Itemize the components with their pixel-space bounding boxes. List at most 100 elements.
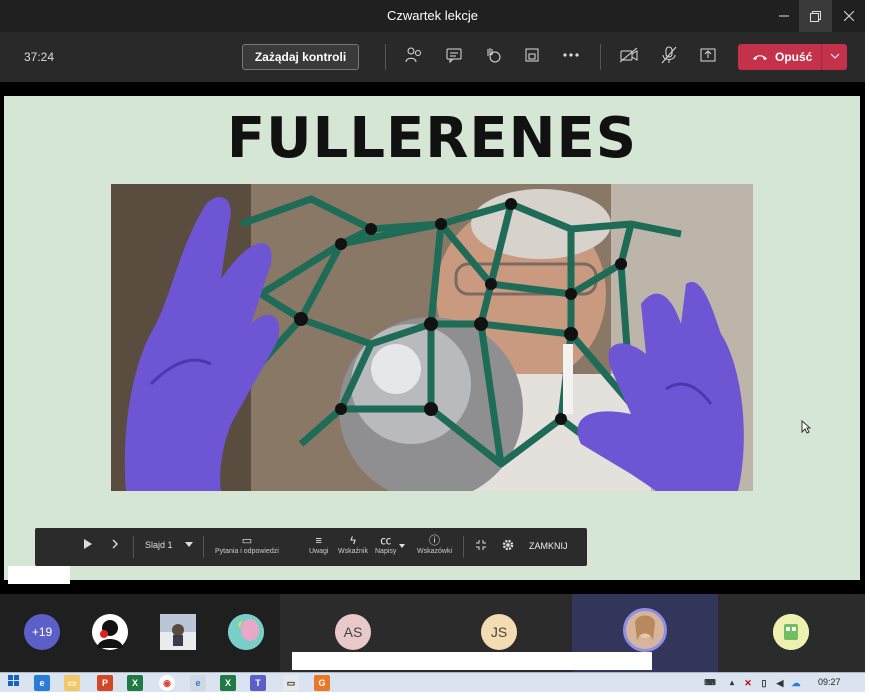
tray-cloud-icon[interactable]: ☁	[788, 675, 804, 691]
taskbar-explorer-app[interactable]: ▭	[64, 675, 80, 691]
windows-logo-icon	[8, 675, 19, 686]
participants-button[interactable]	[403, 46, 425, 68]
close-icon	[843, 11, 854, 21]
participant-avatar[interactable]	[160, 614, 196, 650]
minimize-icon	[778, 15, 789, 17]
minimize-button[interactable]	[767, 0, 800, 32]
close-window-button[interactable]	[832, 0, 865, 32]
taskbar-teams-app[interactable]: T	[250, 675, 266, 691]
edge-icon: e	[39, 678, 45, 688]
next-slide-button[interactable]	[111, 539, 119, 551]
slide-title: FULLERENES	[226, 106, 638, 171]
reaction-hand-icon	[487, 48, 501, 63]
chat-icon: ▭	[286, 678, 296, 688]
participant-initials-avatar: JS	[481, 614, 517, 650]
close-presenter-button[interactable]: ZAMKNIJ	[529, 541, 568, 551]
laser-pointer-button[interactable]: ϟ Wskaźnik	[338, 534, 368, 555]
taskbar-powerpoint-app[interactable]: P	[97, 675, 113, 691]
collapse-button[interactable]	[475, 539, 487, 553]
avatar-photo-icon	[626, 611, 664, 649]
rooms-button[interactable]	[521, 46, 543, 68]
captions-dropdown[interactable]	[399, 543, 405, 550]
notes-button[interactable]: ≡ Uwagi	[309, 534, 328, 555]
overflow-participants-button[interactable]: +19	[24, 614, 60, 650]
participant-avatar	[623, 608, 667, 652]
slide-selector-dropdown[interactable]	[185, 542, 193, 549]
caret-down-icon	[399, 544, 405, 548]
taskbar-ie-app[interactable]: e	[190, 675, 206, 691]
pointer-icon	[801, 419, 812, 434]
gear-icon	[502, 539, 514, 551]
captions-button[interactable]: ㏄ Napisy	[375, 534, 396, 555]
fullerene-photo-illustration	[111, 184, 753, 491]
settings-button[interactable]	[501, 538, 515, 554]
taskbar-edge-app[interactable]: e	[34, 675, 50, 691]
tray-keyboard-icon[interactable]: ⌨	[702, 675, 718, 691]
participant-avatar	[773, 614, 809, 650]
share-tray-button[interactable]	[697, 46, 719, 68]
laser-pointer-label: Wskaźnik	[338, 548, 368, 555]
taskbar-excel-app-2[interactable]: X	[220, 675, 236, 691]
camera-toggle-button[interactable]	[618, 46, 640, 68]
play-button[interactable]	[83, 538, 93, 552]
tray-volume-icon[interactable]: ◀	[772, 675, 788, 691]
notes-label: Uwagi	[309, 548, 329, 555]
participant-initials: AS	[343, 624, 363, 640]
tray-device-icon[interactable]: ▯	[756, 675, 772, 691]
chrome-icon: ◉	[163, 678, 171, 688]
mic-off-icon	[661, 46, 677, 64]
notes-icon: ≡	[315, 535, 322, 547]
taskbar-chat-app[interactable]: ▭	[283, 675, 299, 691]
app-icon: G	[318, 678, 326, 688]
avatar-silhouette-icon	[97, 620, 123, 648]
close-presenter-label: ZAMKNIJ	[529, 541, 568, 551]
captions-icon: ㏄	[380, 535, 392, 547]
tray-expand-icon[interactable]: ▴	[724, 675, 740, 691]
more-actions-button[interactable]	[560, 46, 582, 68]
excel-icon: X	[224, 678, 231, 688]
tray-network-icon[interactable]: ✕	[740, 675, 756, 691]
bar-divider	[203, 536, 204, 558]
windows-taskbar: e ▭ P X ◉ e X T ▭ G ⌨ ▴ ✕ ▯ ◀ ☁ 09:27	[0, 672, 865, 692]
chat-button[interactable]	[443, 46, 465, 68]
leave-options-button[interactable]	[821, 44, 847, 70]
toolbar-divider	[385, 44, 386, 70]
reactions-button[interactable]	[482, 46, 504, 68]
info-icon: ⓘ	[429, 535, 440, 547]
window-title: Czwartek lekcje	[386, 8, 479, 23]
leave-button[interactable]: Opuść	[738, 44, 847, 70]
presentation-slide: FULLERENES Slajd 1 ▭ Pytania i odpowiedz…	[4, 96, 860, 584]
collapse-icon	[476, 540, 486, 550]
tips-label: Wskazówki	[417, 548, 453, 555]
participant-avatar[interactable]	[92, 614, 128, 650]
qa-button[interactable]: ▭ Pytania i odpowiedzi	[215, 534, 279, 555]
more-icon	[563, 53, 579, 57]
mic-toggle-button[interactable]	[658, 46, 680, 68]
people-icon	[405, 47, 421, 63]
taskbar-clock[interactable]: 09:27	[818, 677, 841, 687]
restore-button[interactable]	[799, 0, 832, 32]
taskbar-chrome-app[interactable]: ◉	[159, 675, 175, 691]
avatar-illustration-icon	[228, 614, 264, 650]
bar-divider	[133, 536, 134, 558]
taskbar-excel-app[interactable]: X	[127, 675, 143, 691]
shared-screen-stage: FULLERENES Slajd 1 ▭ Pytania i odpowiedz…	[0, 82, 865, 594]
bar-divider	[463, 536, 464, 558]
participant-avatar[interactable]	[228, 614, 264, 650]
window-titlebar: Czwartek lekcje	[0, 0, 865, 32]
start-button[interactable]	[6, 675, 22, 691]
teams-icon: T	[255, 678, 261, 688]
restore-icon	[810, 10, 821, 22]
ie-icon: e	[195, 678, 201, 688]
toolbar-divider	[600, 44, 601, 70]
avatar-photo-icon	[160, 614, 196, 650]
request-control-button[interactable]: Zażądaj kontroli	[242, 44, 359, 70]
qa-icon: ▭	[241, 535, 253, 547]
tips-button[interactable]: ⓘ Wskazówki	[417, 534, 452, 555]
caret-down-icon	[185, 542, 193, 547]
participant-tile[interactable]	[718, 594, 865, 672]
slide-photo-fullerene-model	[111, 184, 753, 491]
slide-selector[interactable]: Slajd 1	[145, 540, 173, 550]
breakout-rooms-icon	[525, 48, 539, 62]
taskbar-app-orange[interactable]: G	[314, 675, 330, 691]
